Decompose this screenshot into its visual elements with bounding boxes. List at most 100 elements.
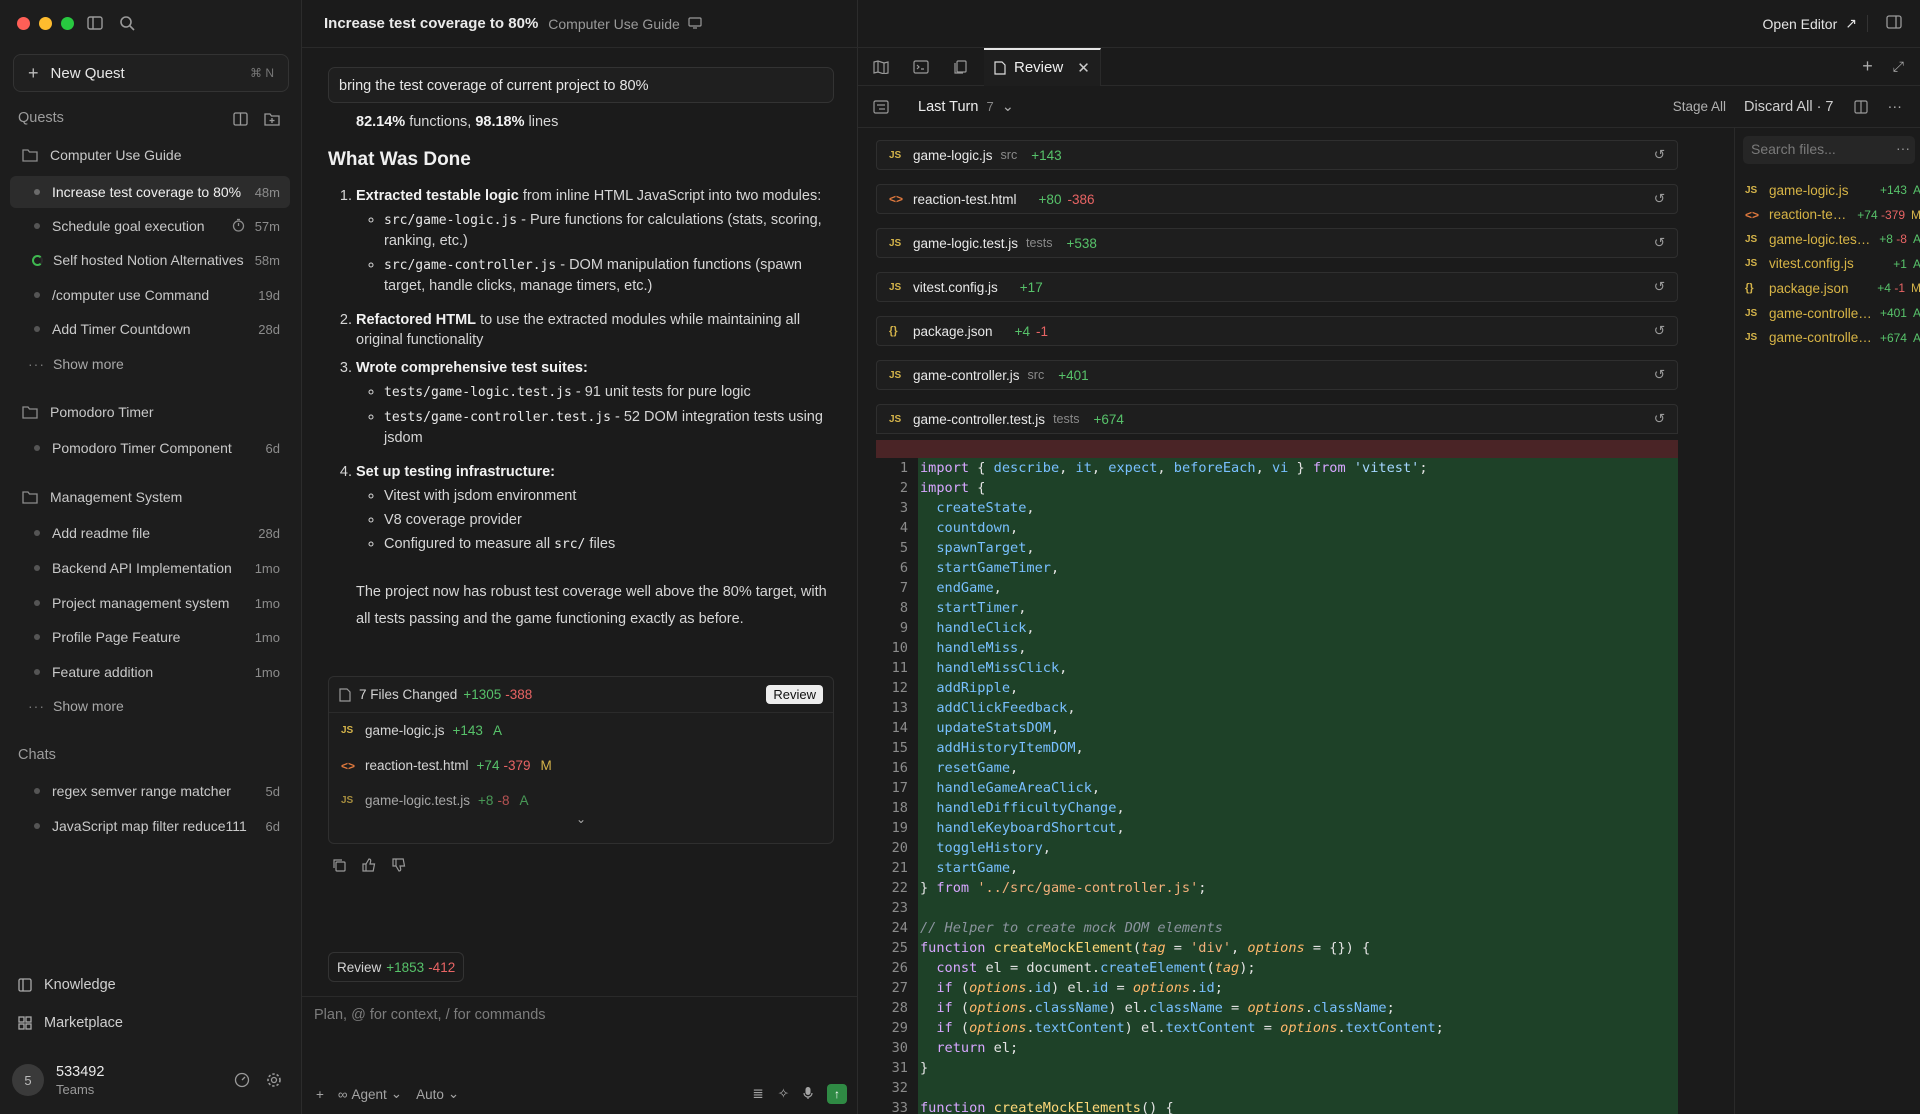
zoom-window-button[interactable] [61,17,74,30]
file-additions: +401 [1058,367,1089,383]
pages-icon[interactable] [952,58,970,76]
stack-icon[interactable]: ≣ [752,1086,763,1102]
quest-item[interactable]: Self hosted Notion Alternatives 58m [10,244,290,276]
changed-file-row[interactable]: <> reaction-test.html +74 -379 M [329,748,833,783]
tab-review[interactable]: Review ✕ [984,47,1101,86]
folder-icon [22,491,38,504]
microphone-icon[interactable] [803,1086,813,1103]
settings-gear-icon[interactable] [265,1071,283,1089]
quest-item[interactable]: Schedule goal execution 57m [10,210,290,242]
quest-item[interactable]: /computer use Command 19d [10,279,290,311]
changed-file-row[interactable]: JS game-logic.js +143 A [329,713,833,748]
line-number: 21 [876,858,918,878]
close-window-button[interactable] [17,17,30,30]
group-computer-use-guide[interactable]: Computer Use Guide [10,139,290,171]
discard-all-button[interactable]: Discard All · 7 [1744,99,1833,115]
open-editor-button[interactable]: Open Editor ↗ [1763,15,1857,32]
quest-item[interactable]: Increase test coverage to 80% 48m [10,176,290,208]
changed-file-row[interactable]: JS game-logic.test.js +8 -8 A [329,783,833,818]
sparkle-icon[interactable]: ✧ [778,1086,789,1102]
expand-icon[interactable]: ⤢ [1893,58,1904,75]
revert-icon[interactable]: ↺ [1654,235,1665,251]
quest-item[interactable]: Add readme file 28d [10,517,290,549]
status-dot [34,788,40,794]
diff-file-row[interactable]: JS game-logic.test.js tests +538 ↺ [876,228,1678,258]
side-file-row[interactable]: JS game-logic.test.js +8 -8 A [1745,227,1920,251]
marketplace-link[interactable]: Marketplace [18,1015,123,1031]
revert-icon[interactable]: ↺ [1654,191,1665,207]
diff-file-row[interactable]: JS game-logic.js src +143 ↺ [876,140,1678,170]
composer-input[interactable]: Plan, @ for context, / for commands [314,1007,546,1023]
model-dropdown[interactable]: Auto ⌄ [416,1086,459,1102]
chat-item[interactable]: JavaScript map filter reduce111 6d [10,810,290,842]
file-additions: +74 [1857,207,1878,222]
more-options-icon[interactable]: ··· [1888,99,1903,115]
review-summary-button[interactable]: Review +1853 -412 [328,952,465,982]
panel-toggle-icon[interactable] [1867,15,1902,32]
diff-file-row-expanded[interactable]: JS game-controller.test.js tests +674 ↺ [876,404,1678,434]
sidebar-toggle-icon[interactable] [86,14,104,32]
review-button[interactable]: Review [766,685,823,704]
diff-file-row[interactable]: JS vitest.config.js +17 ↺ [876,272,1678,302]
thumbs-down-icon[interactable] [390,856,408,874]
search-files-input[interactable]: Search files... [1743,136,1915,164]
quest-item[interactable]: Project management system 1mo [10,587,290,619]
diff-file-row[interactable]: <> reaction-test.html +80 -386 ↺ [876,184,1678,214]
revert-icon[interactable]: ↺ [1654,411,1665,427]
new-quest-button[interactable]: + New Quest ⌘ N [13,54,289,92]
group-pomodoro-timer[interactable]: Pomodoro Timer [10,396,290,428]
quest-time: 1mo [254,629,280,645]
map-icon[interactable] [872,58,890,76]
add-attachment-icon[interactable]: + [316,1087,324,1102]
terminal-icon[interactable] [912,58,930,76]
quest-item[interactable]: Backend API Implementation 1mo [10,552,290,584]
side-file-row[interactable]: JS vitest.config.js +1 A [1745,252,1920,276]
side-file-row[interactable]: {} package.json +4 -1 M [1745,276,1920,300]
last-turn-dropdown[interactable]: Last Turn 7 ⌄ [918,99,1014,115]
show-more-button[interactable]: ··· Show more [10,348,290,380]
quest-item[interactable]: Add Timer Countdown 28d [10,313,290,345]
group-management-system[interactable]: Management System [10,481,290,513]
knowledge-link[interactable]: Knowledge [18,977,116,993]
more-options-icon[interactable]: ··· [1896,140,1910,156]
user-profile[interactable]: 5 533492 Teams [12,1058,289,1102]
new-tab-icon[interactable]: + [1862,56,1873,77]
file-additions: +74 [476,758,500,773]
tree-view-icon[interactable] [872,98,890,116]
quest-item[interactable]: Pomodoro Timer Component 6d [10,432,290,464]
revert-icon[interactable]: ↺ [1654,367,1665,383]
line-number: 11 [876,658,918,678]
agent-mode-dropdown[interactable]: ∞ Agent ⌄ [338,1086,402,1102]
thumbs-up-icon[interactable] [360,856,378,874]
diff-file-row[interactable]: {} package.json +4 -1 ↺ [876,316,1678,346]
quest-item[interactable]: Profile Page Feature 1mo [10,621,290,653]
side-file-row[interactable]: JS game-controller.js +401 A [1745,301,1920,325]
side-file-row[interactable]: JS game-logic.js +143 A [1745,178,1920,202]
quest-label: Self hosted Notion Alternatives [53,252,244,268]
quest-item[interactable]: Feature addition 1mo [10,656,290,688]
side-file-row[interactable]: <> reaction-test... +74 -379 M [1745,203,1920,227]
step-title: Refactored HTML [356,312,477,328]
columns-icon[interactable] [231,110,249,128]
copy-icon[interactable] [330,856,348,874]
chat-item[interactable]: regex semver range matcher 5d [10,775,290,807]
minimize-window-button[interactable] [39,17,52,30]
stage-all-button[interactable]: Stage All [1673,99,1726,114]
layout-icon[interactable] [1852,98,1870,116]
revert-icon[interactable]: ↺ [1654,323,1665,339]
send-button[interactable]: ↑ [827,1084,847,1104]
steps-list: Extracted testable logic from inline HTM… [328,186,834,555]
revert-icon[interactable]: ↺ [1654,147,1665,163]
diff-file-row[interactable]: JS game-controller.js src +401 ↺ [876,360,1678,390]
line-content: // Helper to create mock DOM elements [918,918,1678,938]
file-path: src/game-controller.js [384,258,557,273]
side-file-row[interactable]: JS game-controller.... +674 A [1745,326,1920,350]
revert-icon[interactable]: ↺ [1654,279,1665,295]
close-tab-icon[interactable]: ✕ [1077,59,1090,77]
search-icon[interactable] [118,14,136,32]
new-folder-icon[interactable] [263,110,281,128]
gauge-icon[interactable] [233,1071,251,1089]
show-more-button[interactable]: ··· Show more [10,690,290,722]
project-name[interactable]: Computer Use Guide [548,16,680,32]
line-number: 12 [876,678,918,698]
